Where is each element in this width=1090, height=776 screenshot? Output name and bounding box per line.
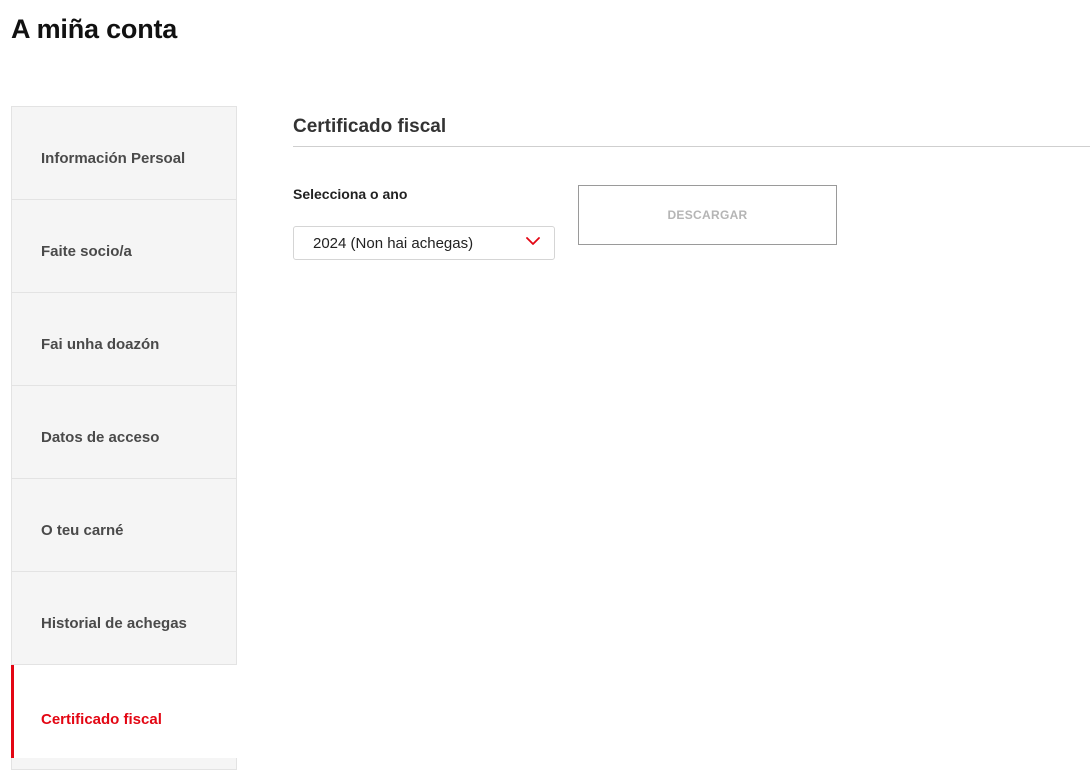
sidebar-item-next[interactable] [11,758,237,770]
sidebar-item-historial-de-achegas[interactable]: Historial de achegas [11,572,237,665]
sidebar-item-datos-de-acceso[interactable]: Datos de acceso [11,386,237,479]
page-title: A miña conta [11,14,178,44]
main-content: Certificado fiscal Selecciona o ano 2024… [293,116,1090,260]
year-select-label: Selecciona o ano [293,186,408,202]
sidebar-item-faite-socio[interactable]: Faite socio/a [11,200,237,293]
year-select-value: 2024 (Non hai achegas) [313,235,474,252]
sidebar-item-label: Información Persoal [41,150,186,167]
sidebar-item-label: Certificado fiscal [41,711,162,728]
section-title: Certificado fiscal [293,116,1090,147]
sidebar-item-label: Historial de achegas [41,615,187,632]
sidebar-item-label: O teu carné [41,522,124,539]
sidebar-item-label: Datos de acceso [41,429,160,446]
sidebar-item-fai-unha-doazon[interactable]: Fai unha doazón [11,293,237,386]
sidebar-item-o-teu-carne[interactable]: O teu carné [11,479,237,572]
account-sidebar: Información Persoal Faite socio/a Fai un… [11,106,237,770]
chevron-down-icon [526,237,540,245]
year-select[interactable]: 2024 (Non hai achegas) [293,226,555,260]
download-button[interactable]: DESCARGAR [578,185,837,245]
sidebar-item-label: Faite socio/a [41,243,132,260]
sidebar-item-informacion-persoal[interactable]: Información Persoal [11,107,237,200]
sidebar-item-label: Fai unha doazón [41,336,160,353]
sidebar-item-certificado-fiscal[interactable]: Certificado fiscal [11,665,237,758]
